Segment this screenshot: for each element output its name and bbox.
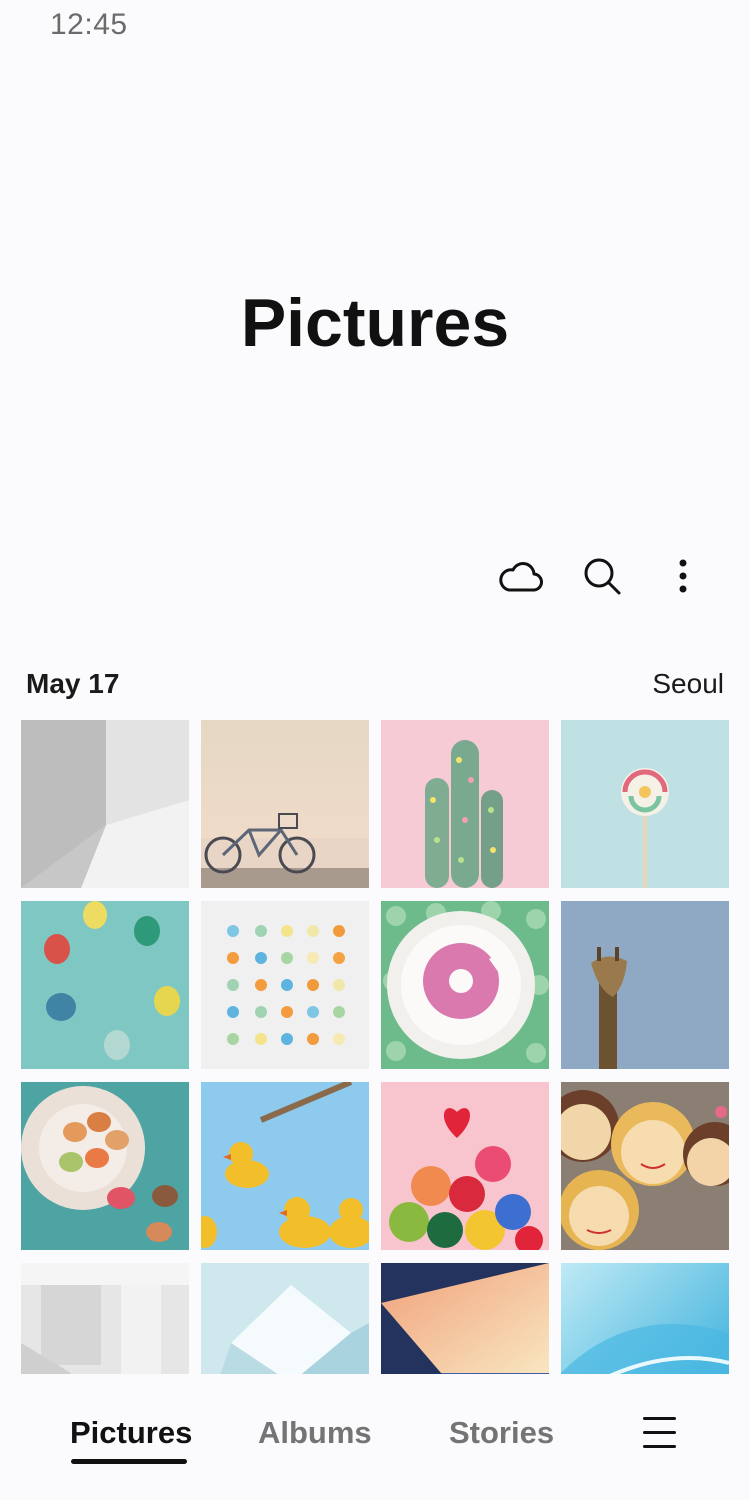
section-location[interactable]: Seoul [652, 668, 724, 700]
photo-grid [21, 720, 729, 1374]
tab-stories[interactable]: Stories [449, 1415, 554, 1451]
photo-thumbnail[interactable] [381, 1082, 549, 1250]
page-title: Pictures [240, 285, 510, 361]
photo-thumbnail[interactable] [21, 720, 189, 888]
photo-thumbnail[interactable] [381, 720, 549, 888]
photo-thumbnail[interactable] [381, 901, 549, 1069]
search-icon[interactable] [578, 552, 626, 600]
photo-thumbnail[interactable] [561, 901, 729, 1069]
tab-albums[interactable]: Albums [258, 1415, 372, 1451]
status-time: 12:45 [50, 8, 128, 41]
tab-pictures[interactable]: Pictures [70, 1415, 192, 1451]
photo-thumbnail[interactable] [201, 1082, 369, 1250]
cloud-icon[interactable] [497, 552, 545, 600]
photo-thumbnail[interactable] [561, 1082, 729, 1250]
photo-thumbnail[interactable] [561, 720, 729, 888]
section-date: May 17 [26, 668, 120, 699]
photo-thumbnail[interactable] [21, 901, 189, 1069]
bottom-navigation: Pictures Albums Stories [0, 1375, 750, 1500]
photo-thumbnail[interactable] [201, 901, 369, 1069]
photo-thumbnail[interactable] [561, 1263, 729, 1374]
photo-thumbnail[interactable] [201, 1263, 369, 1374]
toolbar [0, 552, 750, 600]
active-tab-indicator [71, 1459, 187, 1464]
menu-icon[interactable] [640, 1415, 680, 1451]
photo-thumbnail[interactable] [21, 1263, 189, 1374]
photo-thumbnail[interactable] [201, 720, 369, 888]
photo-thumbnail[interactable] [21, 1082, 189, 1250]
more-options-icon[interactable] [659, 552, 707, 600]
photo-thumbnail[interactable] [381, 1263, 549, 1374]
